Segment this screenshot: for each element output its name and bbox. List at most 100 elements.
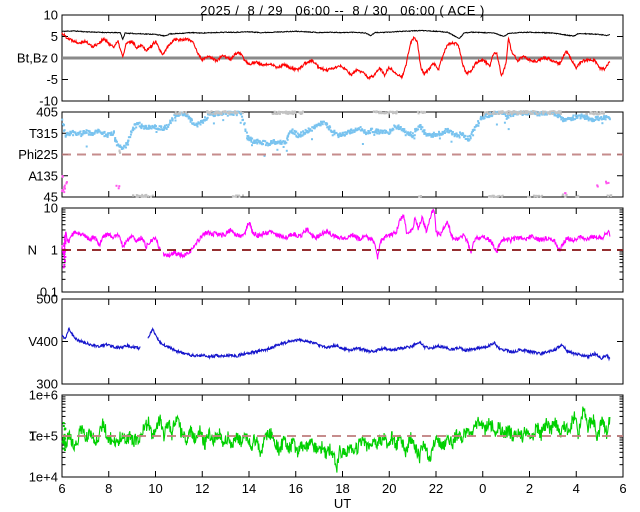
scatter-point-Phi xyxy=(451,131,454,133)
y-tick-label: 10 xyxy=(44,8,58,23)
scatter-point-Phi xyxy=(503,121,506,124)
scatter-point-Phi xyxy=(115,140,118,143)
scatter-point-Phi xyxy=(509,115,512,118)
scatter-point-theta-wrap-gray xyxy=(501,195,503,198)
scatter-point-theta-wrap-gray xyxy=(293,111,296,114)
x-tick-label: 8 xyxy=(105,481,112,496)
scatter-point-Phi xyxy=(295,130,298,133)
scatter-point-theta-wrap-gray xyxy=(230,111,233,114)
scatter-point-Phi xyxy=(572,114,575,117)
scatter-point-theta-wrap-gray xyxy=(151,194,154,197)
scatter-point-Phi xyxy=(61,118,64,121)
scatter-point-Phi xyxy=(191,119,193,122)
scatter-point-theta-wrap-gray xyxy=(541,194,544,197)
scatter-point-Phi xyxy=(226,114,229,117)
scatter-point-theta-wrap-gray xyxy=(242,194,244,197)
scatter-point-theta-wrap-gray xyxy=(541,110,544,113)
scatter-point-Phi xyxy=(239,121,242,124)
scatter-point-Phi xyxy=(247,135,250,138)
scatter-point-theta-wrap-gray xyxy=(551,110,554,113)
scatter-point-theta-wrap-gray xyxy=(559,110,562,113)
scatter-point-Phi xyxy=(329,126,332,129)
scatter-point-theta-wrap-gray xyxy=(551,113,554,115)
scatter-point-theta-wrap-gray xyxy=(585,113,588,115)
x-tick-label: 0 xyxy=(479,481,486,496)
y-tick-label: 1e+6 xyxy=(29,388,58,403)
scatter-point-Phi xyxy=(167,123,170,126)
scatter-point-Phi xyxy=(174,116,177,119)
scatter-point-theta-wrap-gray xyxy=(497,110,500,113)
scatter-point-theta-wrap-gray xyxy=(575,196,578,198)
scatter-point-Phi xyxy=(347,129,350,132)
scatter-point-Phi xyxy=(361,143,364,145)
series-v-line xyxy=(61,326,611,362)
scatter-point-Phi xyxy=(155,125,157,128)
scatter-point-theta-wrap-gray xyxy=(519,112,522,115)
scatter-point-theta-wrap-gray xyxy=(593,112,596,115)
scatter-point-theta-wrap-gray xyxy=(235,196,238,198)
x-tick-label: 6 xyxy=(58,481,65,496)
scatter-point-theta-wrap-gray xyxy=(498,194,501,197)
panel-unit-label: V xyxy=(28,334,37,349)
scatter-point-Phi xyxy=(579,116,582,119)
scatter-point-Phi xyxy=(421,126,424,129)
scatter-point-Phi xyxy=(450,130,453,132)
panel-frame-speed xyxy=(61,298,624,385)
scatter-point-Phi xyxy=(376,132,379,135)
scatter-point-Phi xyxy=(167,125,170,128)
scatter-point-Phi xyxy=(512,115,515,117)
scatter-point-theta-wrap-gray xyxy=(557,110,560,113)
scatter-point-Phi xyxy=(363,129,366,132)
scatter-point-Phi xyxy=(258,140,261,143)
scatter-point-A xyxy=(596,185,599,188)
scatter-point-theta-wrap-gray xyxy=(416,110,419,113)
scatter-point-Phi xyxy=(313,124,316,127)
scatter-point-Phi xyxy=(466,135,469,138)
scatter-point-theta-wrap-gray xyxy=(280,111,283,113)
y-tick-label: 1e+4 xyxy=(29,470,58,485)
scatter-point-theta-wrap-gray xyxy=(501,110,504,113)
scatter-point-Phi xyxy=(291,128,294,131)
scatter-point-Phi xyxy=(122,147,125,150)
series-t-line xyxy=(61,406,611,473)
scatter-point-Phi xyxy=(212,122,215,125)
scatter-point-Phi xyxy=(79,130,82,133)
x-tick-label: 4 xyxy=(573,481,580,496)
scatter-point-Phi xyxy=(469,135,472,138)
scatter-point-Phi xyxy=(557,116,560,119)
scatter-point-Phi xyxy=(245,131,248,134)
panel-unit-label: T xyxy=(29,429,37,444)
scatter-point-Phi xyxy=(160,125,163,128)
scatter-point-theta-wrap-gray xyxy=(539,111,542,114)
scatter-point-theta-wrap-gray xyxy=(375,111,378,114)
ace-plot-canvas: -10-50510Bt,Bz45135225315405TPhiA0.1110N… xyxy=(17,8,627,497)
scatter-point-theta-wrap-gray xyxy=(495,112,498,115)
scatter-point-theta-wrap-gray xyxy=(534,194,537,197)
scatter-point-A xyxy=(61,175,64,178)
scatter-point-Phi xyxy=(375,129,378,132)
scatter-point-Phi xyxy=(286,138,289,141)
scatter-point-Phi xyxy=(163,124,166,127)
scatter-point-theta-wrap-gray xyxy=(185,112,188,115)
scatter-point-theta-wrap-gray xyxy=(596,111,599,114)
scatter-point-theta-wrap-gray xyxy=(238,194,240,197)
x-tick-label: 18 xyxy=(335,481,349,496)
scatter-point-Phi xyxy=(569,117,572,120)
scatter-point-Phi xyxy=(82,130,85,132)
x-tick-label: 6 xyxy=(619,481,626,496)
edge-scatter-point xyxy=(62,266,65,269)
scatter-point-A xyxy=(63,184,66,187)
x-tick-label: 10 xyxy=(148,481,162,496)
plot-title: 2025 / 8 / 29 06:00 -- 8 / 30 06:00 ( AC… xyxy=(200,3,485,18)
scatter-point-Phi xyxy=(477,120,480,123)
scatter-point-Phi xyxy=(438,130,440,133)
scatter-point-Phi xyxy=(444,132,446,134)
edge-scatter-point xyxy=(63,260,66,263)
scatter-point-Phi xyxy=(596,116,599,118)
scatter-point-Phi xyxy=(106,135,109,138)
scatter-point-Phi xyxy=(483,117,486,120)
scatter-point-Phi xyxy=(469,137,472,140)
scatter-point-theta-wrap-gray xyxy=(559,112,562,115)
scatter-point-Phi xyxy=(608,118,611,121)
scatter-point-theta-wrap-gray xyxy=(519,110,522,113)
